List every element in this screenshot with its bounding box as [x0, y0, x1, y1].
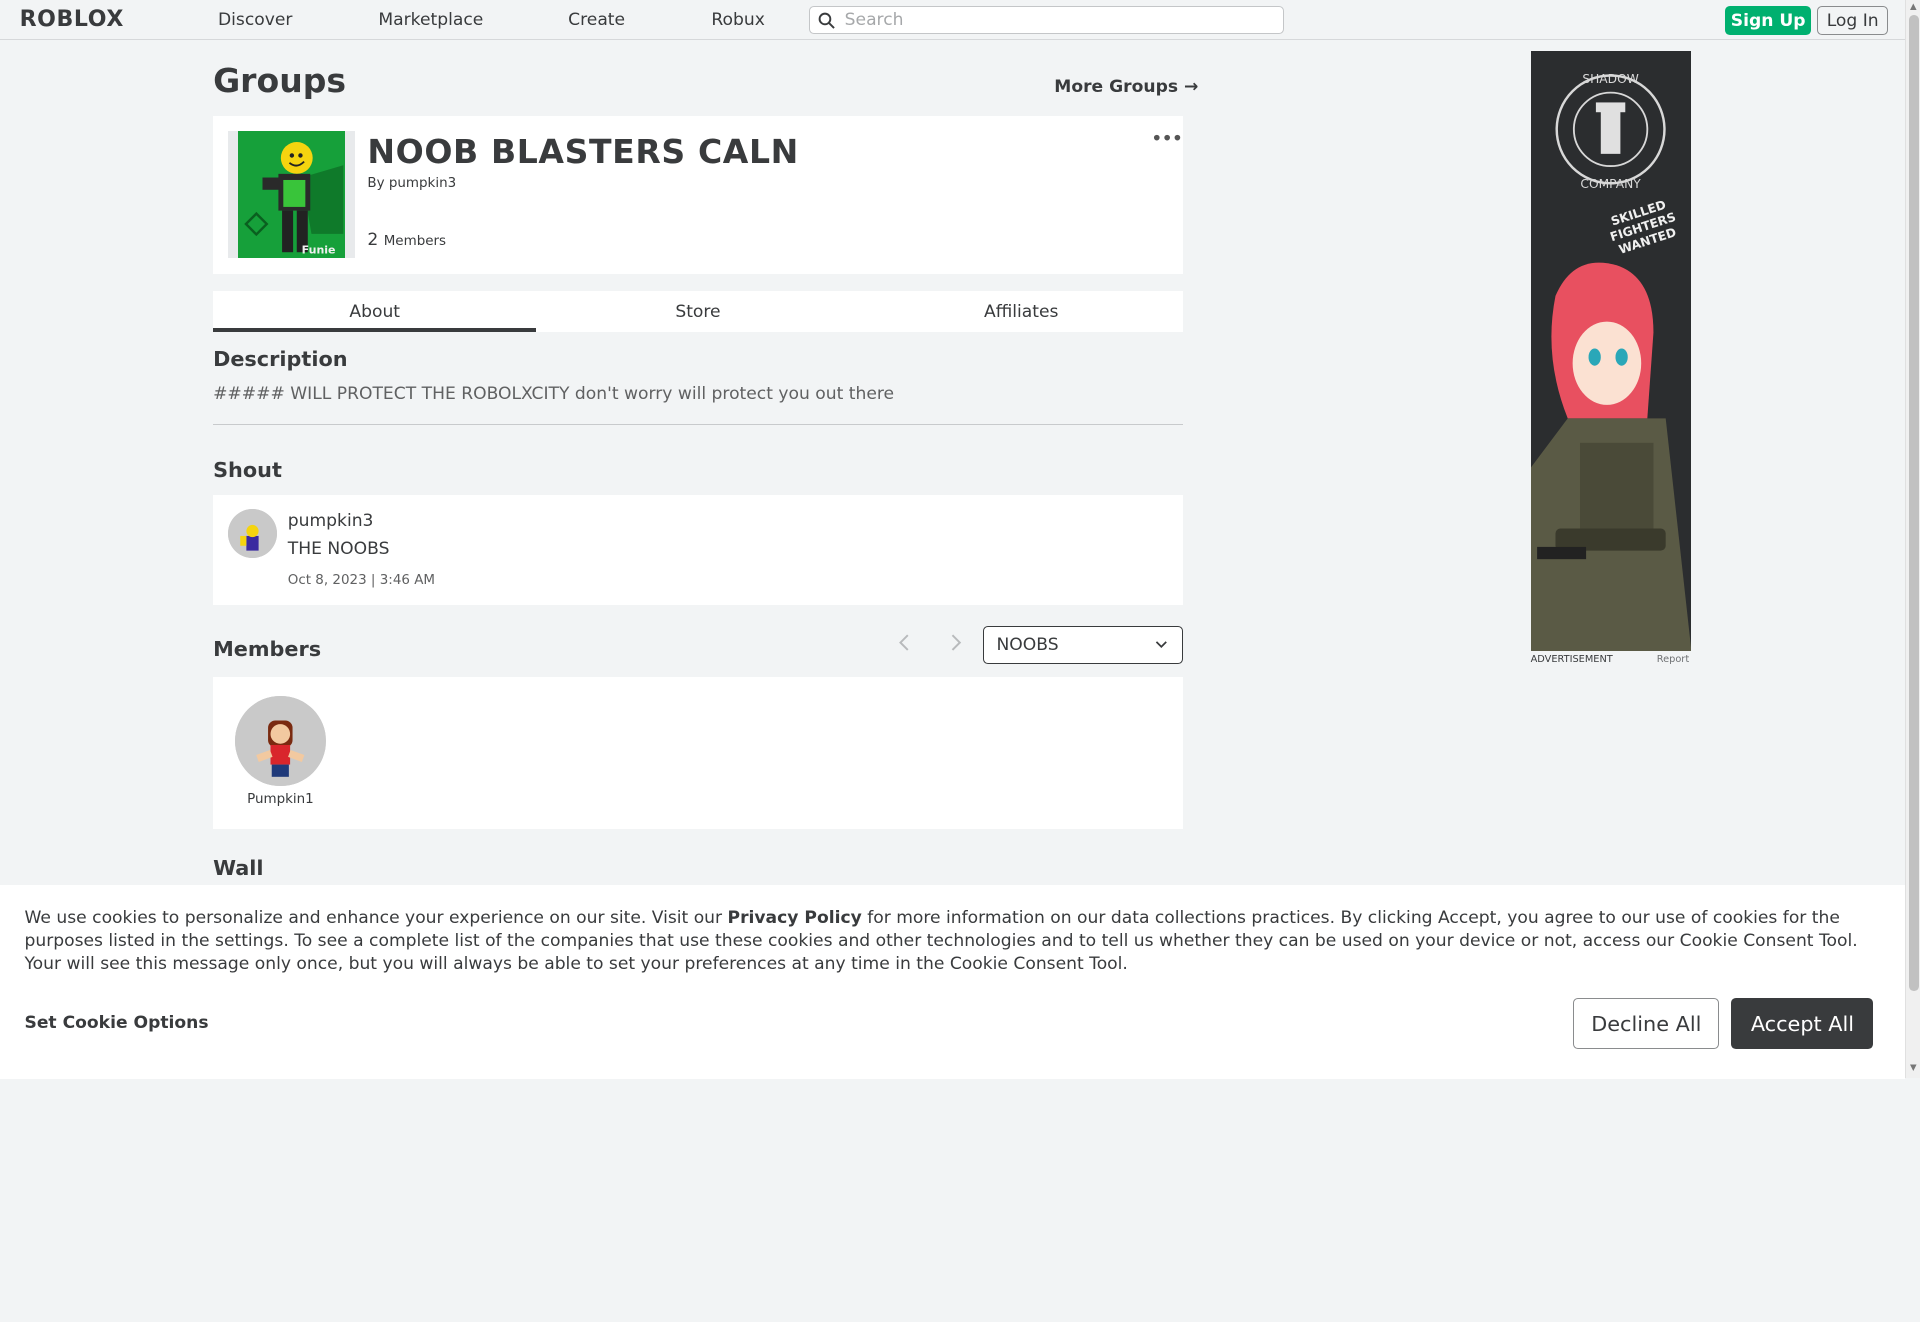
member-name[interactable]: Pumpkin1 — [213, 792, 348, 807]
shout-date: Oct 8, 2023 | 3:46 AM — [287, 573, 436, 589]
description-text: ##### WILL PROTECT THE ROBOLXCITY don't … — [213, 384, 895, 405]
page-scrollbar[interactable]: ▲ ▼ — [1905, 0, 1920, 1078]
ad-report-link[interactable]: Report — [1657, 654, 1689, 665]
login-button[interactable]: Log In — [1817, 6, 1889, 36]
role-dropdown[interactable]: NOOBS — [983, 625, 1183, 664]
more-options-icon[interactable]: ••• — [1151, 127, 1183, 150]
tab-about[interactable]: About — [213, 291, 537, 332]
signup-button[interactable]: Sign Up — [1725, 6, 1812, 36]
chevron-down-icon — [1155, 640, 1167, 648]
shout-card: pumpkin3 THE NOOBS Oct 8, 2023 | 3:46 AM — [213, 494, 1183, 605]
set-cookie-options-link[interactable]: Set Cookie Options — [24, 1013, 208, 1033]
shout-message: THE NOOBS — [287, 538, 390, 559]
page-title: Groups — [213, 61, 347, 101]
members-card: Pumpkin1 — [213, 677, 1183, 829]
cookie-message: We use cookies to personalize and enhanc… — [24, 907, 1885, 975]
search-input[interactable] — [844, 10, 1261, 31]
privacy-policy-link[interactable]: Privacy Policy — [728, 908, 862, 928]
group-tabs: About Store Affiliates — [213, 291, 1183, 332]
shout-avatar[interactable] — [227, 509, 277, 559]
top-navigation-bar: RΟBLOX Discover Marketplace Create Robux… — [0, 0, 1906, 41]
description-title: Description — [213, 346, 348, 371]
ad-label: ADVERTISEMENT — [1530, 653, 1613, 665]
group-emblem: Funie — [227, 131, 356, 259]
nav-create[interactable]: Create — [568, 10, 625, 30]
scroll-thumb[interactable] — [1908, 14, 1919, 991]
decline-all-button[interactable]: Decline All — [1573, 997, 1720, 1050]
roblox-logo[interactable]: RΟBLOX — [20, 7, 124, 32]
more-groups-link[interactable]: More Groups → — [1054, 77, 1198, 97]
scroll-up-icon[interactable]: ▲ — [1910, 2, 1917, 12]
emblem-caption: Funie — [301, 243, 335, 256]
group-emblem-image: Funie — [237, 131, 346, 259]
nav-marketplace[interactable]: Marketplace — [378, 10, 483, 30]
nav-discover[interactable]: Discover — [218, 10, 292, 30]
ad-image: SHADOW COMPANY SKILLED FIGHTERS WANTED — [1530, 51, 1692, 652]
member-count-value: 2 — [367, 230, 379, 251]
member-avatar[interactable] — [235, 695, 326, 787]
scroll-down-icon[interactable]: ▼ — [1910, 1063, 1917, 1073]
chevron-right-icon[interactable] — [950, 633, 962, 656]
shout-username[interactable]: pumpkin3 — [288, 511, 374, 531]
group-owner: By pumpkin3 — [367, 176, 456, 191]
tab-affiliates[interactable]: Affiliates — [860, 291, 1183, 331]
shout-title: Shout — [213, 457, 282, 482]
group-header-card: Funie NOOB BLASTERS CALN By pumpkin3 2 M… — [213, 116, 1183, 275]
nav-robux[interactable]: Robux — [711, 10, 764, 30]
tab-store[interactable]: Store — [536, 291, 859, 331]
members-title: Members — [213, 636, 322, 661]
owner-prefix: By — [367, 176, 385, 192]
chevron-left-icon[interactable] — [898, 633, 910, 656]
divider — [213, 423, 1183, 425]
member-count: 2 Members — [367, 230, 446, 250]
advertisement-banner[interactable]: SHADOW COMPANY SKILLED FIGHTERS WANTED — [1530, 51, 1692, 652]
group-name: NOOB BLASTERS CALN — [367, 132, 799, 172]
member-count-label: Members — [383, 234, 447, 250]
ad-brand-top: SHADOW — [1582, 72, 1638, 86]
cookie-banner: We use cookies to personalize and enhanc… — [0, 885, 1906, 1079]
role-selected-value: NOOBS — [996, 634, 1059, 655]
wall-title: Wall — [213, 855, 264, 880]
owner-link[interactable]: pumpkin3 — [389, 176, 456, 191]
cookie-text-1: We use cookies to personalize and enhanc… — [24, 908, 728, 929]
search-icon — [818, 12, 835, 29]
accept-all-button[interactable]: Accept All — [1731, 997, 1874, 1050]
ad-brand-bottom: COMPANY — [1580, 178, 1641, 192]
search-box[interactable] — [809, 6, 1285, 35]
